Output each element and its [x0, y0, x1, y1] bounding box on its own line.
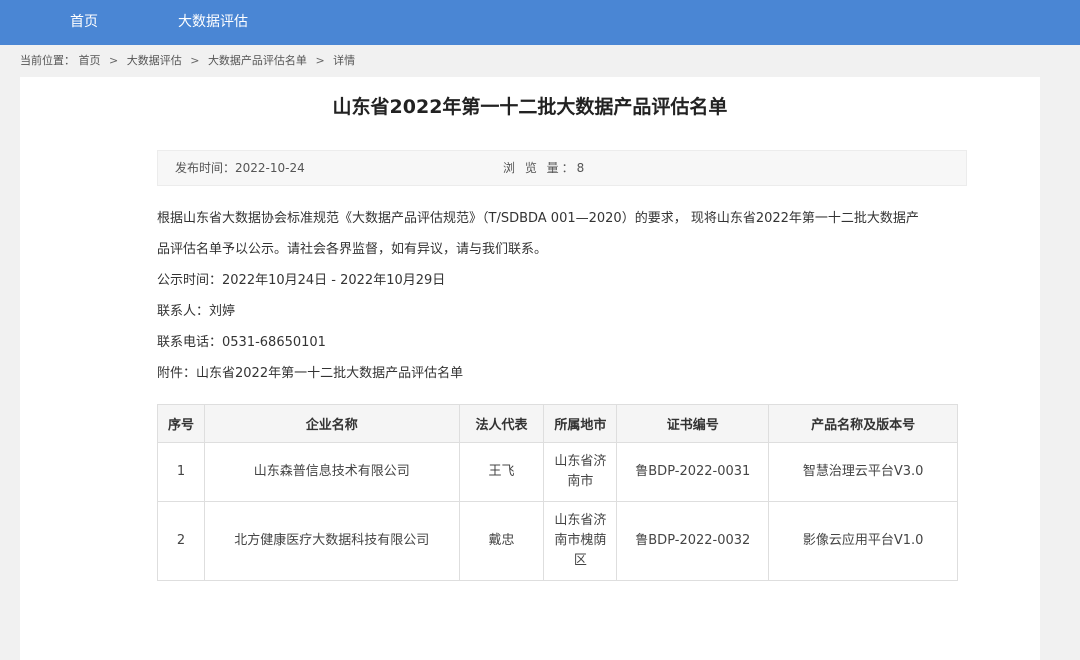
publish-date-value: 2022-10-24 [235, 161, 305, 175]
article-card: 山东省2022年第一十二批大数据产品评估名单 发布时间：2022-10-24 浏… [20, 77, 1040, 660]
cell-product: 智慧治理云平台V3.0 [768, 442, 958, 502]
cell-legal-rep: 王飞 [458, 442, 545, 502]
col-header-city: 所属地市 [543, 404, 618, 443]
contact-person: 联系人：刘婷 [157, 304, 236, 319]
col-header-index: 序号 [157, 404, 205, 443]
view-count: 浏 览 量：8 [503, 151, 584, 185]
col-header-legal-rep: 法人代表 [458, 404, 545, 443]
cell-city: 山东省济南市 [543, 442, 618, 502]
breadcrumb-home[interactable]: 首页 [79, 54, 101, 67]
top-nav: 首页 大数据评估 [0, 0, 1080, 45]
cell-product: 影像云应用平台V1.0 [768, 501, 958, 581]
article-meta: 发布时间：2022-10-24 浏 览 量：8 [157, 150, 967, 186]
publish-date: 发布时间：2022-10-24 [175, 151, 305, 185]
breadcrumb-bigdata-evaluation[interactable]: 大数据评估 [127, 54, 182, 67]
cell-city: 山东省济南市槐荫区 [543, 501, 618, 581]
view-count-label: 浏 览 量： [503, 161, 577, 175]
breadcrumb-separator: > [109, 54, 119, 67]
attachment: 附件：山东省2022年第一十二批大数据产品评估名单 [157, 366, 464, 381]
cell-index: 1 [157, 442, 205, 502]
body-paragraph: 根据山东省大数据协会标准规范《大数据产品评估规范》（T/SDBDA 001—20… [157, 211, 919, 226]
view-count-value: 8 [576, 161, 585, 175]
cell-index: 2 [157, 501, 205, 581]
contact-phone: 联系电话：0531-68650101 [157, 335, 326, 350]
cell-company: 山东森普信息技术有限公司 [203, 442, 460, 502]
publicity-period: 公示时间：2022年10月24日 - 2022年10月29日 [157, 273, 446, 288]
breadcrumb-current: 详情 [333, 54, 356, 67]
article-body: 根据山东省大数据协会标准规范《大数据产品评估规范》（T/SDBDA 001—20… [157, 203, 967, 389]
page-title: 山东省2022年第一十二批大数据产品评估名单 [332, 96, 728, 118]
cell-company: 北方健康医疗大数据科技有限公司 [203, 501, 460, 581]
table-row: 2 北方健康医疗大数据科技有限公司 戴忠 山东省济南市槐荫区 鲁BDP-2022… [157, 501, 958, 581]
col-header-cert-no: 证书编号 [616, 404, 770, 443]
breadcrumb: 当前位置： 首页 > 大数据评估 > 大数据产品评估名单 > 详情 [0, 45, 1080, 77]
table-row: 1 山东森普信息技术有限公司 王飞 山东省济南市 鲁BDP-2022-0031 … [157, 442, 958, 502]
breadcrumb-separator: > [190, 54, 200, 67]
body-paragraph: 品评估名单予以公示。请社会各界监督，如有异议，请与我们联系。 [157, 242, 548, 257]
col-header-company: 企业名称 [203, 404, 460, 443]
col-header-product: 产品名称及版本号 [768, 404, 958, 443]
evaluation-table: 序号 企业名称 法人代表 所属地市 证书编号 产品名称及版本号 1 山东森普信息… [157, 404, 958, 581]
nav-home[interactable]: 首页 [70, 0, 98, 45]
nav-bigdata-evaluation[interactable]: 大数据评估 [178, 0, 248, 45]
publish-date-label: 发布时间： [175, 161, 236, 175]
breadcrumb-prefix: 当前位置： [20, 54, 75, 67]
cell-legal-rep: 戴忠 [458, 501, 545, 581]
cell-cert-no: 鲁BDP-2022-0031 [616, 442, 770, 502]
breadcrumb-product-list[interactable]: 大数据产品评估名单 [208, 54, 307, 67]
cell-cert-no: 鲁BDP-2022-0032 [616, 501, 770, 581]
table-header-row: 序号 企业名称 法人代表 所属地市 证书编号 产品名称及版本号 [157, 404, 958, 443]
breadcrumb-separator: > [315, 54, 325, 67]
